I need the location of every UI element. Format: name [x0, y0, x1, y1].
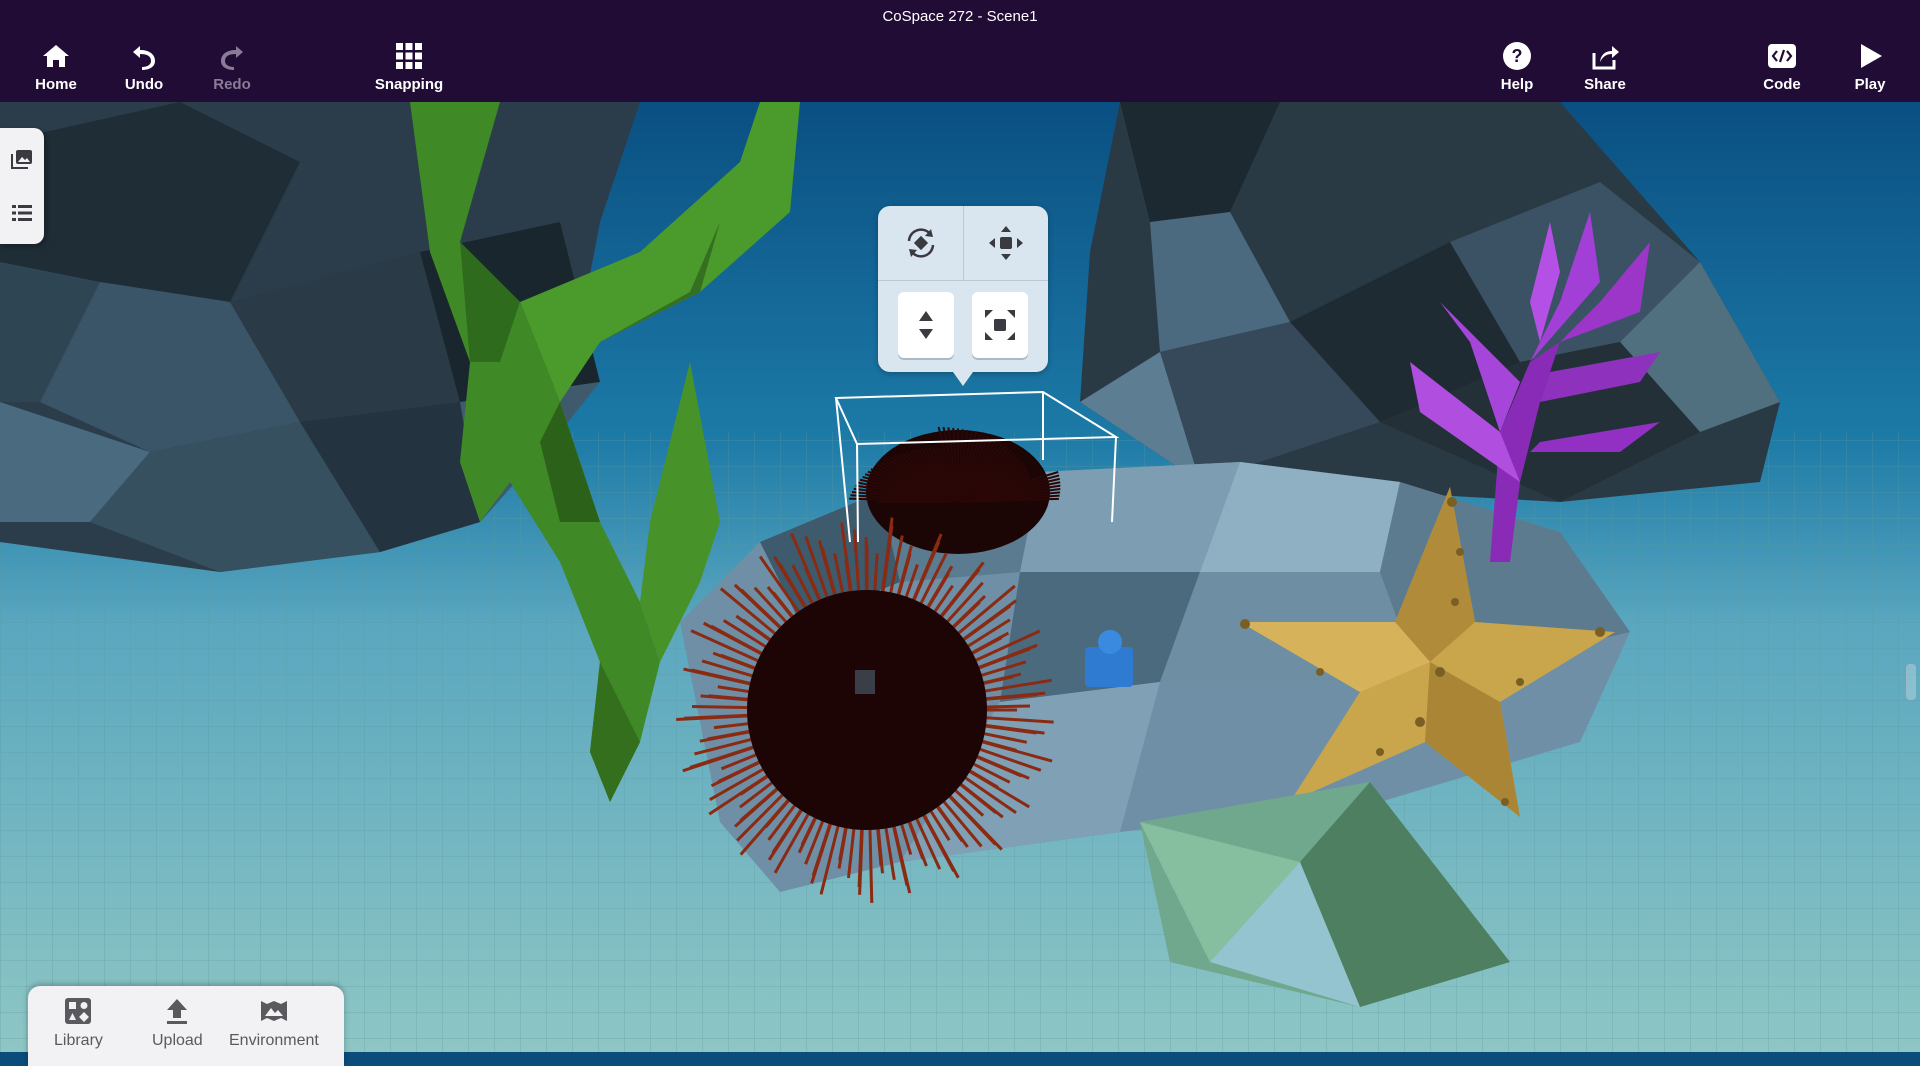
code-icon — [1766, 40, 1798, 72]
grid-icon — [393, 40, 425, 72]
window-title: CoSpace 272 - Scene1 — [0, 8, 1920, 25]
gizmo-top-row — [878, 206, 1048, 281]
help-button[interactable]: ? Help — [1472, 40, 1562, 93]
play-icon — [1854, 40, 1886, 72]
redo-icon — [216, 40, 248, 72]
share-button[interactable]: Share — [1560, 40, 1650, 93]
home-label: Home — [35, 76, 77, 93]
upload-label: Upload — [152, 1032, 203, 1050]
gallery-icon — [10, 147, 34, 171]
home-icon — [40, 40, 72, 72]
snapping-button[interactable]: Snapping — [364, 40, 454, 93]
top-toolbar: CoSpace 272 - Scene1 Home Undo Redo Snap… — [0, 0, 1920, 102]
undo-label: Undo — [125, 76, 163, 93]
rotate-button[interactable] — [878, 206, 963, 280]
library-icon — [63, 996, 93, 1026]
help-label: Help — [1501, 76, 1534, 93]
gallery-button[interactable] — [0, 136, 44, 182]
upload-icon — [162, 996, 192, 1026]
snapping-label: Snapping — [375, 76, 443, 93]
move-icon — [986, 223, 1026, 263]
play-label: Play — [1855, 76, 1886, 93]
list-button[interactable] — [0, 190, 44, 236]
bottom-panel: Library Upload Environment — [28, 986, 344, 1066]
lift-button[interactable] — [898, 292, 954, 358]
move-button[interactable] — [964, 206, 1048, 280]
scale-button[interactable] — [972, 292, 1028, 358]
rotate-icon — [901, 223, 941, 263]
lift-icon — [908, 307, 944, 343]
library-button[interactable]: Library — [54, 996, 103, 1050]
svg-text:?: ? — [1512, 46, 1523, 66]
environment-button[interactable]: Environment — [229, 996, 319, 1050]
code-label: Code — [1763, 76, 1801, 93]
code-button[interactable]: Code — [1737, 40, 1827, 93]
environment-label: Environment — [229, 1032, 319, 1050]
help-icon: ? — [1501, 40, 1533, 72]
redo-label: Redo — [213, 76, 251, 93]
undo-button[interactable]: Undo — [99, 40, 189, 93]
share-icon — [1589, 40, 1621, 72]
undo-icon — [128, 40, 160, 72]
play-button[interactable]: Play — [1825, 40, 1915, 93]
home-button[interactable]: Home — [11, 40, 101, 93]
environment-icon — [259, 996, 289, 1026]
library-label: Library — [54, 1032, 103, 1050]
share-label: Share — [1584, 76, 1626, 93]
scene-scroll-handle[interactable] — [1906, 664, 1916, 700]
redo-button[interactable]: Redo — [187, 40, 277, 93]
side-panel — [0, 128, 44, 244]
upload-button[interactable]: Upload — [152, 996, 203, 1050]
list-icon — [10, 201, 34, 225]
scale-icon — [982, 307, 1018, 343]
transform-gizmo — [878, 206, 1048, 372]
